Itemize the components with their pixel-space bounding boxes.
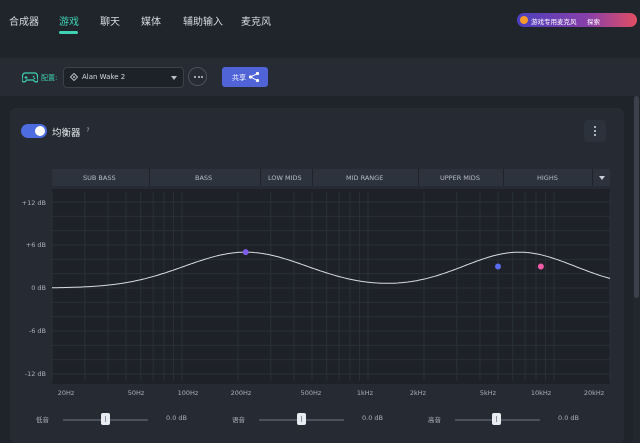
voice-slider-value: 0.0 dB	[362, 414, 383, 422]
promo-icon	[520, 16, 528, 24]
more-options-button[interactable]	[188, 67, 207, 86]
scrollbar-thumb[interactable]	[634, 96, 639, 298]
band-label[interactable]: HIGHS	[537, 174, 558, 182]
eq-graph-area[interactable]	[52, 189, 610, 384]
tab-mixer[interactable]: 合成器	[9, 13, 39, 28]
band-divider	[149, 169, 150, 186]
tab-microphone[interactable]: 麦克风	[241, 13, 271, 28]
band-label[interactable]: MID RANGE	[346, 174, 383, 182]
equalizer-title: 均衡器	[52, 128, 81, 139]
bass-slider-value: 0.0 dB	[166, 414, 187, 422]
more-dot	[201, 76, 203, 78]
band-header	[52, 169, 610, 186]
band-divider	[312, 169, 313, 186]
more-dot	[194, 76, 196, 78]
x-tick-label: 20kHz	[583, 389, 605, 397]
share-icon	[248, 71, 260, 83]
equalizer-toggle[interactable]	[21, 124, 47, 138]
y-tick-label: 0 dB	[31, 284, 46, 292]
band-label[interactable]: BASS	[195, 174, 212, 182]
y-tick-label: -6 dB	[28, 327, 46, 335]
promo-banner[interactable]: 游戏专用麦克风 探索	[517, 13, 637, 27]
x-tick-label: 200Hz	[230, 389, 252, 397]
help-icon[interactable]: ?	[84, 127, 92, 135]
x-tick-label: 10kHz	[530, 389, 552, 397]
band-dropdown-icon[interactable]	[599, 176, 605, 180]
x-tick-label: 5kHz	[479, 389, 497, 397]
kebab-dot	[594, 126, 596, 128]
promo-explore-button[interactable]: 探索	[587, 16, 600, 26]
tab-aux-input[interactable]: 辅助输入	[183, 13, 223, 28]
x-tick-label: 500Hz	[300, 389, 322, 397]
more-dot	[197, 76, 200, 78]
config-label: 配置:	[41, 74, 58, 82]
x-tick-label: 2kHz	[409, 389, 427, 397]
x-tick-label: 50Hz	[127, 389, 145, 397]
equalizer-menu-button[interactable]	[584, 120, 606, 142]
x-tick-label: 100Hz	[177, 389, 199, 397]
y-tick-label: +6 dB	[25, 241, 46, 249]
tab-media[interactable]: 媒体	[141, 13, 161, 28]
share-button[interactable]: 共享	[222, 67, 268, 87]
voice-slider-thumb[interactable]	[297, 413, 306, 425]
band-label[interactable]: UPPER MIDS	[440, 174, 480, 182]
tab-game[interactable]: 游戏	[59, 13, 79, 28]
treble-slider-value: 0.0 dB	[558, 414, 579, 422]
treble-slider-label: 高音	[428, 416, 441, 424]
x-tick-label: 1kHz	[356, 389, 374, 397]
chevron-down-icon	[171, 76, 177, 80]
voice-slider-label: 语音	[232, 416, 245, 424]
promo-text: 游戏专用麦克风	[531, 18, 577, 26]
band-label[interactable]: LOW MIDS	[268, 174, 302, 182]
band-divider	[592, 169, 593, 186]
config-select[interactable]: Alan Wake 2	[63, 67, 184, 88]
share-button-label: 共享	[232, 74, 246, 82]
band-divider	[418, 169, 419, 186]
gamepad-icon	[22, 72, 38, 83]
tab-chat[interactable]: 聊天	[100, 13, 120, 28]
y-tick-label: +12 dB	[21, 199, 46, 207]
x-tick-label: 20Hz	[57, 389, 75, 397]
band-divider	[503, 169, 504, 186]
band-label[interactable]: SUB BASS	[83, 174, 116, 182]
treble-slider-thumb[interactable]	[492, 413, 501, 425]
bass-slider-thumb[interactable]	[101, 413, 110, 425]
y-tick-label: -12 dB	[24, 370, 46, 378]
kebab-dot	[594, 130, 596, 132]
config-select-value: Alan Wake 2	[82, 73, 126, 81]
active-tab-indicator	[59, 31, 78, 34]
band-divider	[260, 169, 261, 186]
preset-icon	[70, 73, 78, 81]
kebab-dot	[594, 134, 596, 136]
bass-slider-label: 低音	[36, 416, 49, 424]
